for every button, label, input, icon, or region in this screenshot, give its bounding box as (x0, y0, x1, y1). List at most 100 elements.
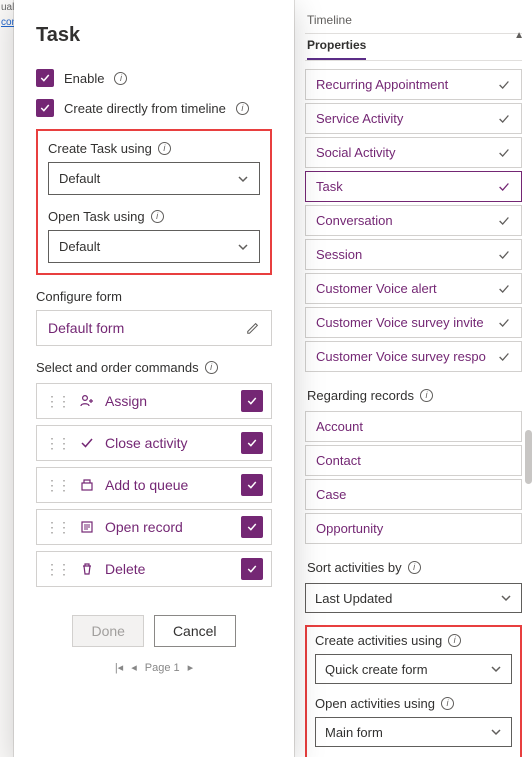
checkmark-icon (497, 214, 511, 228)
activity-recurring[interactable]: Recurring Appointment (305, 69, 522, 100)
command-close[interactable]: ⋮⋮ Close activity (36, 425, 272, 461)
info-icon[interactable]: i (420, 389, 433, 402)
scrollbar-thumb[interactable] (525, 430, 532, 484)
checkmark-icon (497, 350, 511, 364)
chevron-down-icon (237, 241, 249, 253)
pager-next-icon[interactable]: ▸ (188, 661, 194, 674)
info-icon[interactable]: i (158, 142, 171, 155)
default-form-button[interactable]: Default form (36, 310, 272, 346)
checkbox-checked-icon[interactable] (241, 432, 263, 454)
pager-prev-icon[interactable]: ◂ (131, 661, 137, 674)
command-delete[interactable]: ⋮⋮ Delete (36, 551, 272, 587)
queue-icon (79, 477, 95, 493)
open-using-label: Open Task using i (48, 209, 260, 224)
info-icon[interactable]: i (114, 72, 127, 85)
select-commands-label: Select and order commands i (36, 360, 272, 375)
open-using-select[interactable]: Default (48, 230, 260, 263)
command-list: ⋮⋮ Assign ⋮⋮ Close activity (36, 383, 272, 587)
highlight-create-open: Create Task using i Default Open Task us… (36, 129, 272, 275)
cancel-button[interactable]: Cancel (154, 615, 236, 647)
highlight-activities: Create activities using i Quick create f… (305, 625, 522, 757)
activity-task[interactable]: Task (305, 171, 522, 202)
checkmark-icon (497, 316, 511, 330)
command-open[interactable]: ⋮⋮ Open record (36, 509, 272, 545)
chevron-down-icon (500, 592, 512, 604)
drag-handle-icon[interactable]: ⋮⋮ (45, 561, 69, 578)
activity-conversation[interactable]: Conversation (305, 205, 522, 236)
pencil-icon (246, 321, 260, 335)
select-value: Quick create form (325, 662, 428, 677)
drag-handle-icon[interactable]: ⋮⋮ (45, 477, 69, 494)
create-using-label: Create Task using i (48, 141, 260, 156)
sort-label: Sort activities by i (307, 560, 522, 575)
enable-row[interactable]: Enable i (36, 69, 272, 87)
checkbox-checked-icon (36, 69, 54, 87)
checkmark-icon (497, 180, 511, 194)
activity-service[interactable]: Service Activity (305, 103, 522, 134)
regarding-opportunity[interactable]: Opportunity (305, 513, 522, 544)
tab-timeline[interactable]: Timeline (307, 8, 352, 33)
configure-form-label: Configure form (36, 289, 272, 304)
info-icon[interactable]: i (151, 210, 164, 223)
regarding-account[interactable]: Account (305, 411, 522, 442)
activity-cvsi[interactable]: Customer Voice survey invite (305, 307, 522, 338)
command-assign[interactable]: ⋮⋮ Assign (36, 383, 272, 419)
open-activities-select[interactable]: Main form (315, 717, 512, 747)
person-icon (79, 393, 95, 409)
select-value: Default (59, 171, 100, 186)
create-using-select[interactable]: Default (48, 162, 260, 195)
trash-icon (79, 561, 95, 577)
left-rail: ual con (0, 0, 14, 757)
checkmark-icon (497, 78, 511, 92)
checkbox-checked-icon[interactable] (241, 516, 263, 538)
tab-strip: Timeline (305, 8, 522, 34)
pager: |◂ ◂ Page 1 ▸ (36, 661, 272, 674)
info-icon[interactable]: i (441, 697, 454, 710)
open-activities-label: Open activities using i (315, 696, 512, 711)
info-icon[interactable]: i (205, 361, 218, 374)
chevron-down-icon (490, 663, 502, 675)
activity-cva[interactable]: Customer Voice alert (305, 273, 522, 304)
activity-type-list: Recurring Appointment Service Activity S… (305, 69, 522, 372)
regarding-case[interactable]: Case (305, 479, 522, 510)
create-directly-label: Create directly from timeline (64, 101, 226, 116)
form-button-label: Default form (48, 320, 124, 336)
select-value: Last Updated (315, 591, 392, 606)
info-icon[interactable]: i (236, 102, 249, 115)
activity-session[interactable]: Session (305, 239, 522, 270)
checkbox-checked-icon[interactable] (241, 390, 263, 412)
select-value: Main form (325, 725, 383, 740)
regarding-contact[interactable]: Contact (305, 445, 522, 476)
pager-label: Page 1 (145, 662, 180, 674)
activity-cvsr[interactable]: Customer Voice survey respo (305, 341, 522, 372)
sort-select[interactable]: Last Updated (305, 583, 522, 613)
regarding-list: Account Contact Case Opportunity (305, 411, 522, 544)
create-directly-row[interactable]: Create directly from timeline i (36, 99, 272, 117)
regarding-label: Regarding records i (307, 388, 522, 403)
checkmark-icon (497, 248, 511, 262)
dialog-title: Task (36, 24, 272, 47)
create-activities-label: Create activities using i (315, 633, 512, 648)
activity-social[interactable]: Social Activity (305, 137, 522, 168)
chevron-down-icon (490, 726, 502, 738)
checkmark-icon (497, 146, 511, 160)
command-queue[interactable]: ⋮⋮ Add to queue (36, 467, 272, 503)
collapse-up-icon[interactable]: ▲ (514, 30, 524, 41)
drag-handle-icon[interactable]: ⋮⋮ (45, 519, 69, 536)
pager-first-icon[interactable]: |◂ (115, 661, 123, 674)
drag-handle-icon[interactable]: ⋮⋮ (45, 393, 69, 410)
open-record-icon (79, 519, 95, 535)
create-activities-select[interactable]: Quick create form (315, 654, 512, 684)
checkmark-icon (497, 112, 511, 126)
dialog-footer: Done Cancel (36, 615, 272, 647)
checkbox-checked-icon[interactable] (241, 474, 263, 496)
checkbox-checked-icon[interactable] (241, 558, 263, 580)
task-dialog: Task Enable i Create directly from timel… (14, 0, 294, 757)
enable-label: Enable (64, 71, 104, 86)
info-icon[interactable]: i (448, 634, 461, 647)
info-icon[interactable]: i (408, 561, 421, 574)
checkmark-icon (497, 282, 511, 296)
tab-properties[interactable]: Properties (307, 33, 366, 60)
checkmark-icon (79, 435, 95, 451)
drag-handle-icon[interactable]: ⋮⋮ (45, 435, 69, 452)
